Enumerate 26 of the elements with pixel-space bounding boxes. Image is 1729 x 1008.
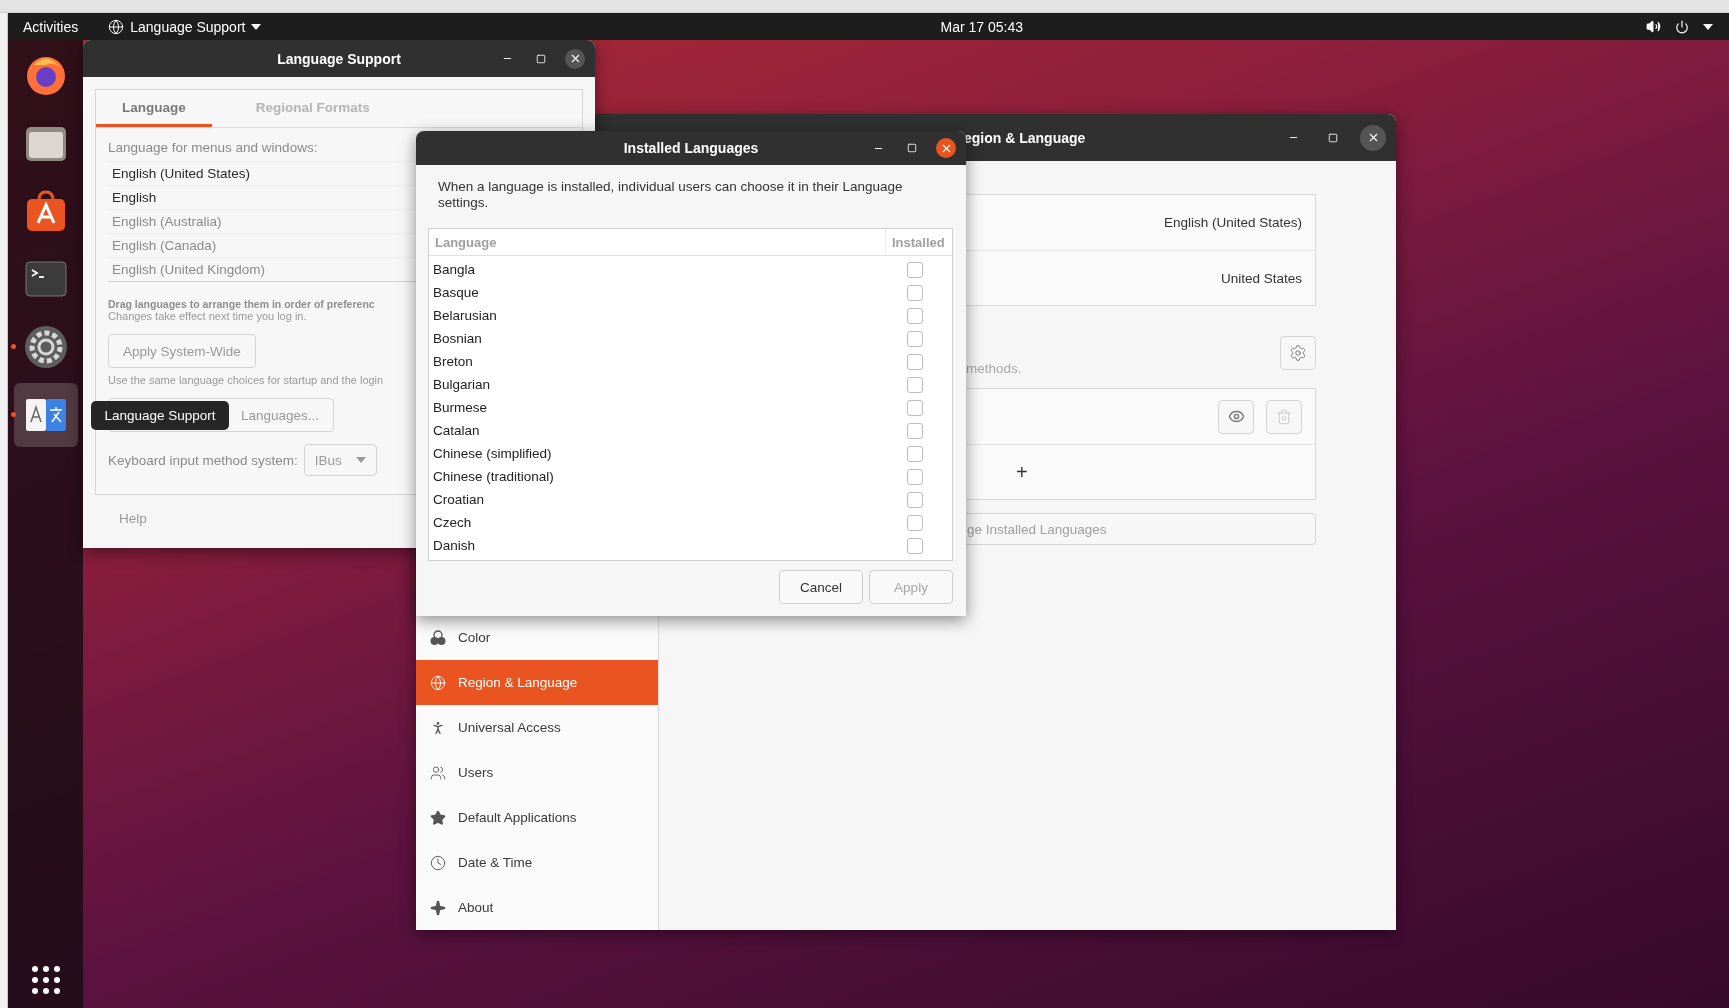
language-name: Chinese (simplified) (432, 446, 553, 461)
language-name: Belarusian (432, 308, 498, 323)
language-name: Bulgarian (432, 377, 492, 392)
input-method-label: Keyboard input method system: (108, 452, 298, 468)
column-header: Installed (885, 229, 952, 255)
language-name: Burmese (432, 400, 489, 415)
language-name: Croatian (432, 492, 486, 507)
apply-note: Use the same language choices for startup and the login (108, 374, 384, 386)
language-name: Chinese (traditional) (432, 469, 555, 484)
column-header: Language (434, 233, 498, 252)
window-title: egion & Language (963, 129, 1086, 146)
language-name: Catalan (432, 423, 481, 438)
language-name: Czech (432, 515, 473, 530)
intro-text: When a language is installed, individual users can choose it in their Language settings. (438, 179, 904, 211)
window-title: Language Support (277, 50, 401, 67)
language-name: Bosnian (432, 331, 483, 346)
language-name: Danish (432, 538, 477, 553)
language-name: Bangla (432, 262, 477, 277)
dialog-title: Installed Languages (623, 140, 759, 156)
changes-hint: Changes take effect next time you log in. (108, 310, 307, 322)
language-name: Basque (432, 285, 480, 300)
list-label: Language for menus and windows: (108, 140, 318, 155)
drag-hint: Drag languages to arrange them in order of preferenc (108, 298, 375, 310)
methods-note: methods. (966, 361, 1022, 376)
language-name: Breton (432, 354, 474, 369)
tooltip: Language Support (91, 401, 229, 430)
